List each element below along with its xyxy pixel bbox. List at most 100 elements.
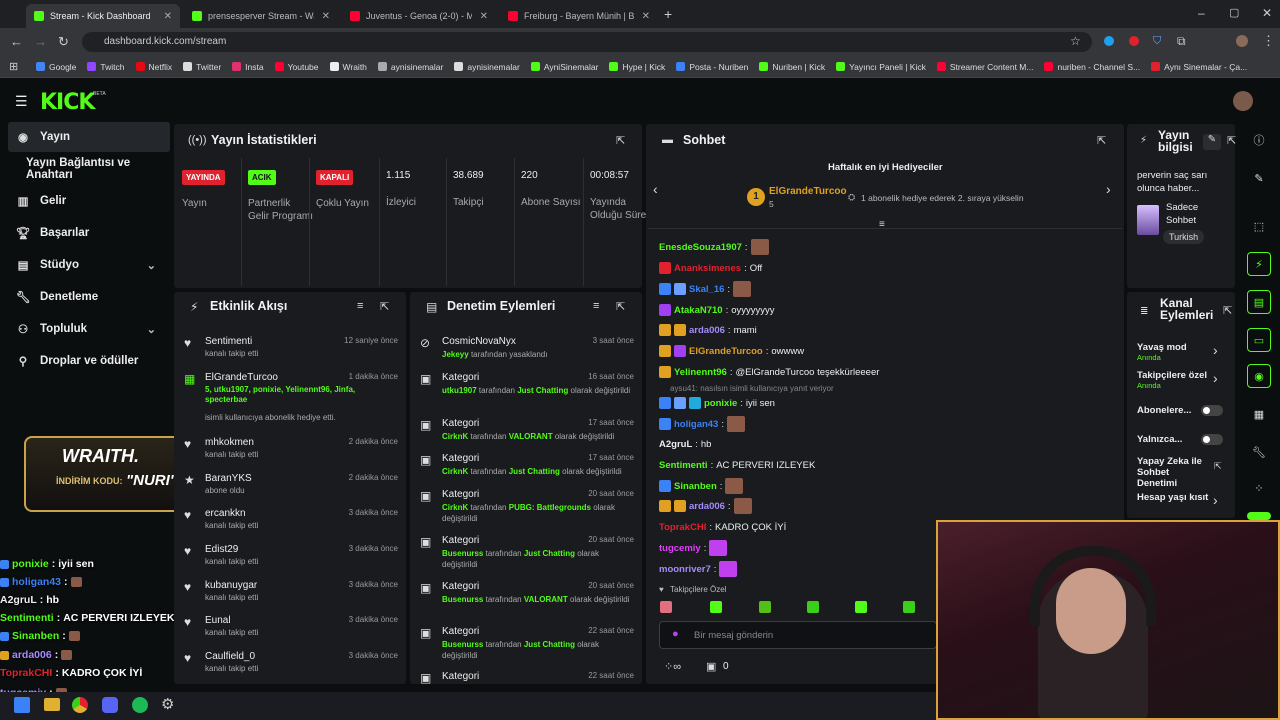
close-window-icon[interactable]: ✕	[1262, 6, 1272, 20]
microphone-icon[interactable]: ●	[672, 628, 679, 640]
chat-username[interactable]: Sinanben	[674, 481, 717, 492]
chat-username[interactable]: AtakaN710	[674, 305, 723, 316]
infinity-icon[interactable]: ⁘∞	[664, 660, 681, 673]
action-user[interactable]: CirknK	[442, 467, 468, 476]
crop-icon[interactable]: ⬚	[1247, 214, 1271, 238]
action-user[interactable]: CirknK	[442, 432, 468, 441]
bookmark-item[interactable]: Streamer Content M...	[936, 62, 1033, 72]
bookmark-item[interactable]: Nuriben | Kick	[759, 62, 825, 72]
sidebar-item-studyo[interactable]: ▤ Stüdyo ⌄	[8, 250, 170, 280]
sidebar-item-droplar[interactable]: ⚲ Droplar ve ödüller	[8, 346, 170, 376]
chat-username[interactable]: ElGrandeTurcoo	[689, 346, 763, 357]
bookmark-item[interactable]: Wraith	[329, 62, 367, 72]
chat-username[interactable]: arda006	[689, 501, 725, 512]
extension-icon[interactable]	[1104, 36, 1114, 46]
emote[interactable]	[855, 601, 867, 613]
popout-icon[interactable]: ⇱	[380, 300, 389, 313]
sidebar-item-denetleme[interactable]: 🔧︎ Denetleme	[8, 282, 170, 312]
close-tab-icon[interactable]: ✕	[472, 11, 488, 22]
wrench-icon[interactable]: 🔧︎	[1247, 440, 1271, 464]
tab-freiburg[interactable]: Freiburg - Bayern Münih | Bund ✕	[500, 4, 658, 28]
kick-logo[interactable]: KICK	[40, 90, 95, 115]
filter-icon[interactable]: ≡	[593, 300, 599, 312]
back-icon[interactable]: ←	[10, 34, 23, 49]
filter-icon[interactable]: ≡	[357, 300, 363, 312]
channel-action[interactable]: Abonelere...	[1137, 405, 1229, 416]
close-tab-icon[interactable]: ✕	[634, 11, 650, 22]
action-user[interactable]: Busenurss	[442, 549, 483, 558]
bookmark-item[interactable]: Yayıncı Paneli | Kick	[836, 62, 926, 72]
event-username[interactable]: Edist29	[205, 544, 238, 555]
address-bar[interactable]: dashboard.kick.com/stream	[82, 32, 1092, 52]
layout-icon[interactable]: ▦	[1247, 402, 1271, 426]
event-username[interactable]: kubanuygar	[205, 580, 257, 591]
chat-username[interactable]: EnesdeSouza1907	[659, 242, 742, 253]
info-icon[interactable]: ⓘ	[1247, 128, 1271, 152]
emote[interactable]	[759, 601, 771, 613]
chat-username[interactable]: Ananksimenes	[674, 263, 741, 274]
channel-action[interactable]: Hesap yaşı kısıt ›	[1137, 492, 1229, 508]
emote[interactable]	[660, 601, 672, 613]
bookmark-item[interactable]: nuriben - Channel S...	[1044, 62, 1140, 72]
popout-icon[interactable]: ⇱	[1097, 134, 1106, 147]
extension-icon[interactable]	[1129, 36, 1139, 46]
broadcast-icon[interactable]: ◉	[1247, 364, 1271, 388]
settings-icon[interactable]: ⚙	[161, 695, 174, 713]
bookmark-item[interactable]: Insta	[232, 62, 264, 72]
puzzle-icon[interactable]: ⧉	[1177, 34, 1186, 49]
tab-juventus[interactable]: Juventus - Genoa (2-0) - Maç Ö ✕	[342, 4, 496, 28]
chat-username[interactable]: ToprakCHI	[659, 522, 706, 533]
action-user[interactable]: Busenurss	[442, 640, 483, 649]
event-username[interactable]: ercankkn	[205, 508, 246, 519]
bookmark-star-icon[interactable]: ☆	[1070, 34, 1081, 48]
toggle-switch[interactable]	[1201, 405, 1223, 416]
sidebar-item-yayin[interactable]: ◉ Yayın	[8, 122, 170, 152]
chat-username[interactable]: tugcemiy	[659, 543, 701, 554]
tab-kick-dashboard[interactable]: Stream - Kick Dashboard ✕	[26, 4, 180, 28]
top-gifter-name[interactable]: ElGrandeTurcoo	[769, 186, 847, 197]
emote[interactable]	[903, 601, 915, 613]
event-username[interactable]: Sentimenti	[205, 336, 252, 347]
next-arrow-icon[interactable]: ›	[1106, 181, 1111, 197]
action-user[interactable]: Busenurss	[442, 595, 483, 604]
event-username[interactable]: BaranYKS	[205, 473, 252, 484]
spotify-icon[interactable]	[132, 697, 148, 713]
bookmark-item[interactable]: Aynı Sinemalar - Ça...	[1151, 62, 1247, 72]
community-icon[interactable]: ⁘	[1247, 476, 1271, 500]
close-tab-icon[interactable]: ✕	[314, 11, 330, 22]
event-username[interactable]: ElGrandeTurcoo	[205, 372, 278, 383]
windows-start-icon[interactable]	[14, 697, 30, 713]
new-tab-icon[interactable]: +	[664, 6, 672, 22]
chat-input[interactable]: ● Bir mesaj gönderin	[659, 621, 937, 649]
chat-username[interactable]: holigan43	[674, 419, 718, 430]
bookmark-item[interactable]: AyniSinemalar	[530, 62, 598, 72]
chat-username[interactable]: A2gruL	[659, 439, 692, 450]
shield-extension-icon[interactable]: ⛉	[1153, 35, 1161, 48]
bookmark-item[interactable]: aynisinemalar	[454, 62, 520, 72]
maximize-icon[interactable]: ▢	[1229, 6, 1239, 19]
chat-username[interactable]: arda006	[689, 325, 725, 336]
toggle-switch[interactable]	[1201, 434, 1223, 445]
edit-icon[interactable]: ✎	[1247, 166, 1271, 190]
channel-action[interactable]: Yavaş mod Anında ›	[1137, 342, 1229, 362]
channel-action[interactable]: Takipçilere özel Anında ›	[1137, 370, 1229, 390]
reload-icon[interactable]: ↻	[58, 34, 69, 50]
close-tab-icon[interactable]: ✕	[156, 11, 172, 22]
popout-icon[interactable]: ⇱	[1227, 134, 1236, 147]
sidebar-item-stream-key[interactable]: Yayın Bağlantısı ve Anahtarı	[18, 154, 172, 184]
bookmark-item[interactable]: Youtube	[274, 62, 319, 72]
add-widget-icon[interactable]	[1247, 512, 1271, 520]
hamburger-menu-icon[interactable]: ☰	[15, 93, 28, 110]
chat-username[interactable]: Yelinennt96	[674, 367, 727, 378]
sidebar-item-gelir[interactable]: ▥ Gelir	[8, 186, 170, 216]
action-user[interactable]: utku1907	[442, 386, 477, 395]
chat-icon[interactable]: ▭	[1247, 328, 1271, 352]
sidebar-item-basarilar[interactable]: 🏆︎ Başarılar	[8, 218, 170, 248]
file-explorer-icon[interactable]	[44, 698, 60, 711]
emote[interactable]	[710, 601, 722, 613]
event-username[interactable]: Eunal	[205, 615, 231, 626]
chat-username[interactable]: moonriver7	[659, 564, 711, 575]
chat-username[interactable]: Skal_16	[689, 284, 724, 295]
bookmark-item[interactable]: Netflix	[135, 62, 172, 72]
document-icon[interactable]: ▤	[1247, 290, 1271, 314]
